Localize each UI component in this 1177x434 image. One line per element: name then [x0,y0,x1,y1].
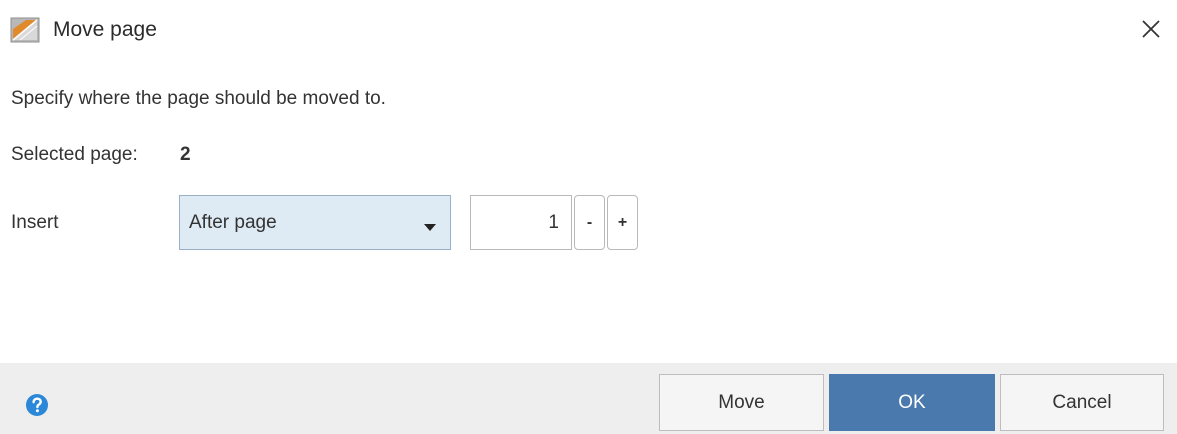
move-page-icon [10,17,40,43]
increment-button[interactable]: + [607,195,638,250]
dialog-footer: Move OK Cancel [0,363,1177,434]
move-button[interactable]: Move [659,374,824,431]
selected-page-label: Selected page: [11,144,138,165]
dropdown-selected-value: After page [189,212,277,233]
insert-label: Insert [11,212,59,233]
selected-page-value: 2 [180,144,191,165]
help-icon[interactable] [25,393,49,417]
cancel-button[interactable]: Cancel [1000,374,1164,431]
page-number-field[interactable] [470,195,572,250]
dialog-title: Move page [53,18,157,41]
title-bar: Move page [0,0,1177,60]
chevron-down-icon [423,219,437,231]
close-icon[interactable] [1136,14,1166,44]
page-number-input[interactable] [471,196,571,249]
ok-button[interactable]: OK [829,374,995,431]
insert-position-dropdown[interactable]: After page [179,195,451,250]
decrement-button[interactable]: - [574,195,605,250]
move-page-dialog: Move page Specify where the page should … [0,0,1177,434]
instruction-text: Specify where the page should be moved t… [11,88,386,109]
